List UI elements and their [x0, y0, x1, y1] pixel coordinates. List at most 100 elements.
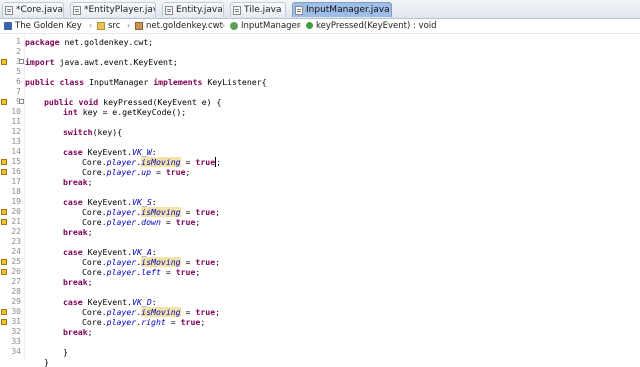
code-line: Core.player.up = true;	[25, 167, 190, 177]
constant: VK_A	[132, 247, 152, 257]
code-line: Core.player.left = true;	[25, 267, 200, 277]
field: player	[106, 317, 137, 327]
code-line: int key = e.getKeyCode();	[25, 107, 186, 117]
code-text: Core.	[82, 167, 107, 177]
code-text: Core.	[82, 207, 107, 217]
code-text: ;	[200, 317, 206, 327]
constant: VK_S	[132, 197, 152, 207]
code-text: keyPressed(KeyEvent e) {	[98, 97, 222, 107]
keyword: int	[63, 107, 78, 117]
field: player	[106, 307, 137, 317]
field: player	[106, 157, 137, 167]
code-line: Core.player.isMoving = true;	[25, 157, 221, 167]
code-text: (key){	[92, 127, 123, 137]
code-line: Core.player.isMoving = true;	[25, 307, 220, 317]
code-text: ;	[87, 327, 93, 337]
code-line: case KeyEvent.VK_D:	[25, 297, 157, 307]
field: right	[141, 317, 166, 327]
code-text: java.awt.event.KeyEvent;	[54, 57, 178, 67]
code-line: Core.player.down = true;	[25, 217, 200, 227]
keyword: class	[59, 77, 85, 87]
code-text: ;	[87, 227, 93, 237]
keyword: public	[25, 77, 55, 87]
code-text: net.goldenkey.cwt;	[59, 37, 154, 47]
code-text: ;	[195, 217, 201, 227]
code-text: ;	[215, 307, 221, 317]
keyword: true	[175, 217, 196, 227]
code-line: case KeyEvent.VK_S:	[25, 197, 157, 207]
keyword: break	[63, 277, 88, 287]
keyword: package	[25, 37, 60, 47]
field: player	[106, 257, 137, 267]
code-line: }	[25, 347, 68, 357]
keyword: true	[180, 317, 201, 327]
keyword: import	[25, 57, 55, 67]
code-text: =	[160, 217, 176, 227]
keyword: switch	[63, 127, 93, 137]
field: isMoving	[141, 157, 181, 167]
code-text: =	[180, 207, 196, 217]
code-text: key = e.getKeyCode();	[77, 107, 187, 117]
field: isMoving	[141, 307, 181, 317]
code-text: }	[63, 347, 68, 357]
code-text: Core.	[82, 157, 107, 167]
keyword: break	[63, 177, 88, 187]
code-text: Core.	[82, 257, 107, 267]
code-text: Core.	[82, 307, 107, 317]
code-line: case KeyEvent.VK_A:	[25, 247, 157, 257]
code-line: public void keyPressed(KeyEvent e) {	[25, 97, 221, 107]
code-text: :	[151, 147, 157, 157]
code-line: break;	[25, 227, 93, 237]
code-text: =	[165, 317, 181, 327]
code-line: }	[25, 357, 49, 367]
keyword: true	[195, 257, 216, 267]
code-text: ;	[185, 167, 191, 177]
code-text: =	[180, 307, 196, 317]
code-text: :	[151, 297, 157, 307]
code-text: ;	[215, 207, 221, 217]
code-line: public class InputManager implements Key…	[25, 77, 267, 87]
field: player	[106, 217, 137, 227]
keyword: case	[63, 197, 83, 207]
code-line: case KeyEvent.VK_W:	[25, 147, 157, 157]
code-line: break;	[25, 327, 93, 337]
field: player	[106, 167, 137, 177]
code-line: switch(key){	[25, 127, 122, 137]
field: up	[141, 167, 152, 177]
keyword: true	[195, 207, 216, 217]
code-text: Core.	[82, 317, 107, 327]
code-line: Core.player.right = true;	[25, 317, 205, 327]
field: down	[141, 217, 161, 227]
code-text: ;	[87, 277, 93, 287]
code-text: Core.	[82, 267, 107, 277]
keyword: true	[165, 167, 186, 177]
constant: VK_D	[132, 297, 152, 307]
keyword: case	[63, 147, 83, 157]
keyword: void	[78, 97, 99, 107]
code-text: KeyListener{	[202, 77, 267, 87]
code-text: :	[151, 247, 157, 257]
code-text: KeyEvent.	[87, 297, 133, 307]
field: player	[106, 207, 137, 217]
code-text: =	[151, 167, 166, 177]
code-text: KeyEvent.	[87, 247, 133, 257]
code-line: break;	[25, 277, 93, 287]
field: isMoving	[141, 257, 181, 267]
constant: VK_W	[132, 147, 152, 157]
keyword: public	[44, 97, 74, 107]
code-text: InputManager	[84, 77, 154, 87]
keyword: break	[63, 227, 88, 237]
code-editor[interactable]: package net.goldenkey.cwt; import java.a…	[0, 0, 640, 367]
code-text: =	[180, 157, 196, 167]
code-text: }	[44, 357, 49, 367]
code-text: ;	[215, 257, 221, 267]
code-text: =	[160, 267, 176, 277]
code-text: KeyEvent.	[87, 197, 133, 207]
code-line: package net.goldenkey.cwt;	[25, 37, 153, 47]
code-text: :	[151, 197, 157, 207]
code-line: Core.player.isMoving = true;	[25, 207, 220, 217]
code-text: ;	[195, 267, 201, 277]
field: isMoving	[141, 207, 181, 217]
keyword: true	[195, 307, 216, 317]
field: player	[106, 267, 137, 277]
